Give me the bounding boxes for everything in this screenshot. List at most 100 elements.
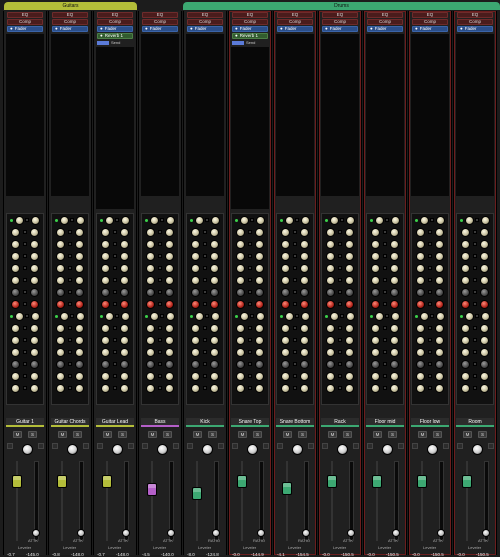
plugin-knob[interactable]: [345, 251, 355, 261]
plugin-toggle[interactable]: [472, 374, 477, 378]
plugin-knob[interactable]: [30, 323, 40, 333]
channel-name[interactable]: Kick: [186, 418, 224, 427]
plugin-knob[interactable]: [345, 359, 355, 369]
plugin-knob[interactable]: [325, 323, 335, 333]
plugin-toggle[interactable]: [337, 230, 342, 234]
plugin-knob[interactable]: [300, 359, 310, 369]
plugin-knob[interactable]: [55, 347, 65, 357]
plugin-toggle[interactable]: [382, 302, 387, 306]
plugin-knob[interactable]: [480, 323, 490, 333]
plugin-knob[interactable]: [120, 275, 130, 285]
plugin-knob[interactable]: [346, 311, 356, 321]
plugin-knob[interactable]: [235, 299, 245, 309]
plugin-knob[interactable]: [31, 215, 41, 225]
mute-button[interactable]: M: [58, 431, 67, 438]
insert-slot[interactable]: Comp: [142, 19, 178, 25]
plugin-toggle[interactable]: [382, 326, 387, 330]
plugin-toggle[interactable]: [247, 290, 252, 294]
plugin-knob[interactable]: [390, 263, 400, 273]
plugin-knob[interactable]: [391, 311, 401, 321]
gain-knob[interactable]: [427, 444, 438, 455]
plugin-knob[interactable]: [415, 383, 425, 393]
pan-knob[interactable]: [32, 529, 40, 537]
plugin-knob[interactable]: [75, 287, 85, 297]
plugin-knob[interactable]: [75, 371, 85, 381]
plugin-knob[interactable]: [75, 275, 85, 285]
plugin-toggle[interactable]: [202, 290, 207, 294]
plugin-toggle[interactable]: [202, 230, 207, 234]
plugin-toggle[interactable]: [67, 326, 72, 330]
plugin-toggle[interactable]: [112, 326, 117, 330]
record-button[interactable]: [7, 443, 13, 449]
plugin-knob[interactable]: [235, 263, 245, 273]
plugin-toggle[interactable]: [22, 266, 27, 270]
record-button[interactable]: [277, 443, 283, 449]
plugin-knob[interactable]: [370, 263, 380, 273]
plugin-toggle[interactable]: [427, 254, 432, 258]
mute-button[interactable]: M: [328, 431, 337, 438]
plugin-knob[interactable]: [10, 335, 20, 345]
plugin-toggle[interactable]: [157, 350, 162, 354]
solo-button[interactable]: S: [163, 431, 172, 438]
plugin-toggle[interactable]: [292, 350, 297, 354]
channel-name[interactable]: Floor mid: [366, 418, 404, 427]
plugin-toggle[interactable]: [247, 242, 252, 246]
plugin-toggle[interactable]: [292, 290, 297, 294]
plugin-knob[interactable]: [120, 347, 130, 357]
plugin-toggle[interactable]: [160, 218, 165, 222]
plugin-toggle[interactable]: [472, 386, 477, 390]
insert-slot[interactable]: Comp: [277, 19, 313, 25]
plugin-knob[interactable]: [10, 359, 20, 369]
plugin-knob[interactable]: [75, 383, 85, 393]
record-button[interactable]: [97, 443, 103, 449]
plugin-knob[interactable]: [120, 323, 130, 333]
plugin-knob[interactable]: [300, 275, 310, 285]
plugin-knob[interactable]: [30, 263, 40, 273]
mute-button[interactable]: M: [418, 431, 427, 438]
plugin-knob[interactable]: [460, 251, 470, 261]
plugin-knob[interactable]: [390, 383, 400, 393]
plugin-knob[interactable]: [390, 275, 400, 285]
mute-button[interactable]: M: [193, 431, 202, 438]
insert-slot[interactable]: EQ: [457, 12, 493, 18]
plugin-knob[interactable]: [256, 311, 266, 321]
pan-knob[interactable]: [122, 529, 130, 537]
plugin-knob[interactable]: [235, 383, 245, 393]
plugin-knob[interactable]: [30, 335, 40, 345]
plugin-knob[interactable]: [435, 371, 445, 381]
insert-slot[interactable]: EQ: [367, 12, 403, 18]
plugin-knob[interactable]: [10, 371, 20, 381]
plugin-knob[interactable]: [235, 275, 245, 285]
plugin-toggle[interactable]: [67, 362, 72, 366]
insert-slot[interactable]: EQ: [142, 12, 178, 18]
plugin-knob[interactable]: [255, 239, 265, 249]
plugin-toggle[interactable]: [472, 326, 477, 330]
volume-fader[interactable]: [282, 482, 292, 495]
plugin-knob[interactable]: [255, 323, 265, 333]
plugin-toggle[interactable]: [337, 254, 342, 258]
plugin-knob[interactable]: [415, 347, 425, 357]
plugin-knob[interactable]: [460, 299, 470, 309]
plugin-knob[interactable]: [55, 359, 65, 369]
plugin-knob[interactable]: [100, 227, 110, 237]
plugin-toggle[interactable]: [67, 254, 72, 258]
gain-knob[interactable]: [112, 444, 123, 455]
plugin-knob[interactable]: [460, 323, 470, 333]
plugin-knob[interactable]: [75, 359, 85, 369]
plugin-knob[interactable]: [280, 299, 290, 309]
plugin-toggle[interactable]: [157, 290, 162, 294]
volume-fader[interactable]: [237, 475, 247, 488]
reverb-send-slot[interactable]: ● Reverb 1: [97, 33, 133, 39]
plugin-toggle[interactable]: [292, 278, 297, 282]
plugin-knob[interactable]: [481, 215, 491, 225]
plugin-knob[interactable]: [300, 383, 310, 393]
plugin-knob[interactable]: [480, 275, 490, 285]
plugin-knob[interactable]: [370, 335, 380, 345]
plugin-knob[interactable]: [165, 335, 175, 345]
plugin-knob[interactable]: [100, 371, 110, 381]
plugin-toggle[interactable]: [337, 362, 342, 366]
plugin-toggle[interactable]: [430, 314, 435, 318]
plugin-toggle[interactable]: [157, 362, 162, 366]
plugin-knob[interactable]: [370, 347, 380, 357]
plugin-knob[interactable]: [435, 335, 445, 345]
